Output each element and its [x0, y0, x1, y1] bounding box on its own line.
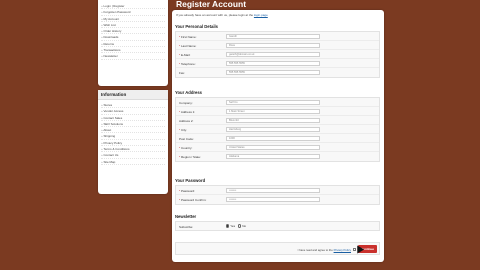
email-row: * E-Mail: gareth@domain.co.uk: [176, 50, 379, 59]
telephone-input[interactable]: 555 555 5555: [226, 60, 320, 66]
address2-row: Address 2: Bloomfd: [176, 116, 379, 125]
information-title: Information: [98, 90, 168, 100]
subscribe-yes-radio[interactable]: [226, 224, 230, 228]
first-name-row: * First Name: Gareth: [176, 32, 379, 41]
first-name-input[interactable]: Gareth: [226, 33, 320, 39]
information-links-list: Stores Vendor Access Contact Sales SEO S…: [98, 100, 168, 165]
address1-label: * Address 1:: [179, 109, 196, 114]
city-row: * City: Harrisburg: [176, 125, 379, 134]
password-row: * Password: ••••••••: [176, 186, 379, 195]
password-fieldset: * Password: •••••••• * Password Confirm:…: [175, 185, 380, 205]
account-links-list: Login | Register Forgotten Password My A…: [98, 0, 168, 60]
password-confirm-row: * Password Confirm: ••••••••: [176, 195, 379, 204]
last-name-input[interactable]: Ross: [226, 42, 320, 48]
country-select[interactable]: United States: [226, 144, 320, 150]
account-link-newsletter[interactable]: Newsletter: [101, 53, 165, 60]
city-label: * City:: [179, 127, 188, 132]
fax-input[interactable]: 555 555 5555: [226, 69, 320, 75]
city-input[interactable]: Harrisburg: [226, 126, 320, 132]
fax-label: Fax:: [179, 70, 185, 75]
post-code-row: Post Code: 1000: [176, 134, 379, 143]
subscribe-yes-option[interactable]: Yes: [226, 224, 235, 228]
password-confirm-input[interactable]: ••••••••: [226, 196, 320, 202]
country-row: * Country: United States: [176, 143, 379, 152]
address1-input[interactable]: 1 Main Street: [226, 108, 320, 114]
register-form-panel: If you already have an account with us, …: [172, 10, 384, 262]
subscribe-label: Subscribe:: [179, 224, 194, 229]
login-page-link[interactable]: login page: [254, 13, 268, 17]
info-link-site-map[interactable]: Site Map: [101, 159, 165, 165]
region-label: * Region / State:: [179, 154, 201, 159]
first-name-label: * First Name:: [179, 34, 197, 39]
personal-details-heading: Your Personal Details: [175, 24, 218, 29]
newsletter-fieldset: Subscribe: Yes No: [175, 221, 380, 231]
fax-row: Fax: 555 555 5555: [176, 68, 379, 77]
information-box: Information Stores Vendor Access Contact…: [98, 90, 168, 194]
post-code-input[interactable]: 1000: [226, 135, 320, 141]
address-heading: Your Address: [175, 90, 202, 95]
address2-input[interactable]: Bloomfd: [226, 117, 320, 123]
password-label: * Password:: [179, 188, 196, 193]
post-code-label: Post Code:: [179, 136, 194, 141]
company-row: Company: Self Co: [176, 98, 379, 107]
privacy-policy-link[interactable]: Privacy Policy: [334, 248, 351, 252]
password-input[interactable]: ••••••••: [226, 187, 320, 193]
telephone-label: * Telephone:: [179, 61, 196, 66]
email-input[interactable]: gareth@domain.co.uk: [226, 51, 320, 57]
address1-row: * Address 1: 1 Main Street: [176, 107, 379, 116]
address-fieldset: Company: Self Co * Address 1: 1 Main Str…: [175, 97, 380, 162]
country-label: * Country:: [179, 145, 193, 150]
region-row: * Region / State: Alabama: [176, 152, 379, 161]
password-heading: Your Password: [175, 178, 206, 183]
last-name-label: * Last Name:: [179, 43, 197, 48]
email-label: * E-Mail:: [179, 52, 191, 57]
subscribe-no-option[interactable]: No: [238, 224, 246, 228]
password-confirm-label: * Password Confirm:: [179, 197, 207, 202]
subscribe-row: Subscribe: Yes No: [176, 222, 379, 231]
subscribe-no-radio[interactable]: [238, 224, 242, 228]
personal-details-fieldset: * First Name: Gareth * Last Name: Ross *…: [175, 31, 380, 78]
login-prompt-text: If you already have an account with us, …: [176, 13, 254, 17]
agree-text: I have read and agree to the Privacy Pol…: [297, 247, 351, 252]
account-links-box: Login | Register Forgotten Password My A…: [98, 0, 168, 86]
page-title: Register Account: [176, 0, 247, 9]
login-prompt: If you already have an account with us, …: [176, 13, 268, 17]
company-input[interactable]: Self Co: [226, 99, 320, 105]
newsletter-heading: Newsletter: [175, 214, 197, 219]
telephone-row: * Telephone: 555 555 5555: [176, 59, 379, 68]
agree-bar: I have read and agree to the Privacy Pol…: [175, 242, 380, 255]
company-label: Company:: [179, 100, 193, 105]
region-select[interactable]: Alabama: [226, 153, 320, 159]
last-name-row: * Last Name: Ross: [176, 41, 379, 50]
address2-label: Address 2:: [179, 118, 194, 123]
